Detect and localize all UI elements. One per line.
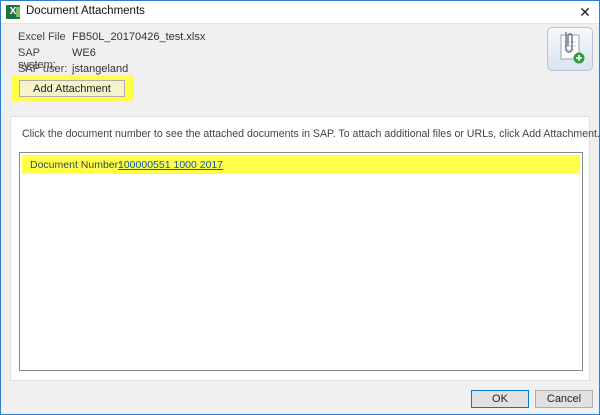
- document-number-link[interactable]: 100000551 1000 2017: [118, 159, 223, 171]
- sap-user-row: SAP user: jstangeland: [18, 63, 128, 75]
- paperclip-document-add-icon: [547, 27, 593, 71]
- sap-system-value: WE6: [72, 47, 96, 59]
- instructions-text: Click the document number to see the att…: [22, 128, 600, 140]
- window-title: Document Attachments: [26, 5, 145, 17]
- title-bar: X Document Attachments ✕: [1, 1, 599, 24]
- document-attachments-dialog: X Document Attachments ✕ Excel File - FB…: [0, 0, 600, 415]
- add-attachment-button[interactable]: Add Attachment: [19, 80, 125, 97]
- list-item: Document Number: 100000551 1000 2017: [22, 155, 580, 174]
- documents-list: Document Number: 100000551 1000 2017: [19, 152, 583, 371]
- sap-user-value: jstangeland: [72, 63, 129, 75]
- close-button[interactable]: ✕: [571, 1, 599, 23]
- excel-file-value: FB50L_20170426_test.xlsx: [72, 31, 206, 43]
- sap-user-label: SAP user:: [18, 63, 68, 75]
- cancel-button[interactable]: Cancel: [535, 390, 593, 408]
- excel-icon: X: [6, 5, 20, 19]
- ok-button[interactable]: OK: [471, 390, 529, 408]
- document-number-label: Document Number:: [30, 159, 122, 171]
- attachments-panel: Click the document number to see the att…: [10, 116, 600, 381]
